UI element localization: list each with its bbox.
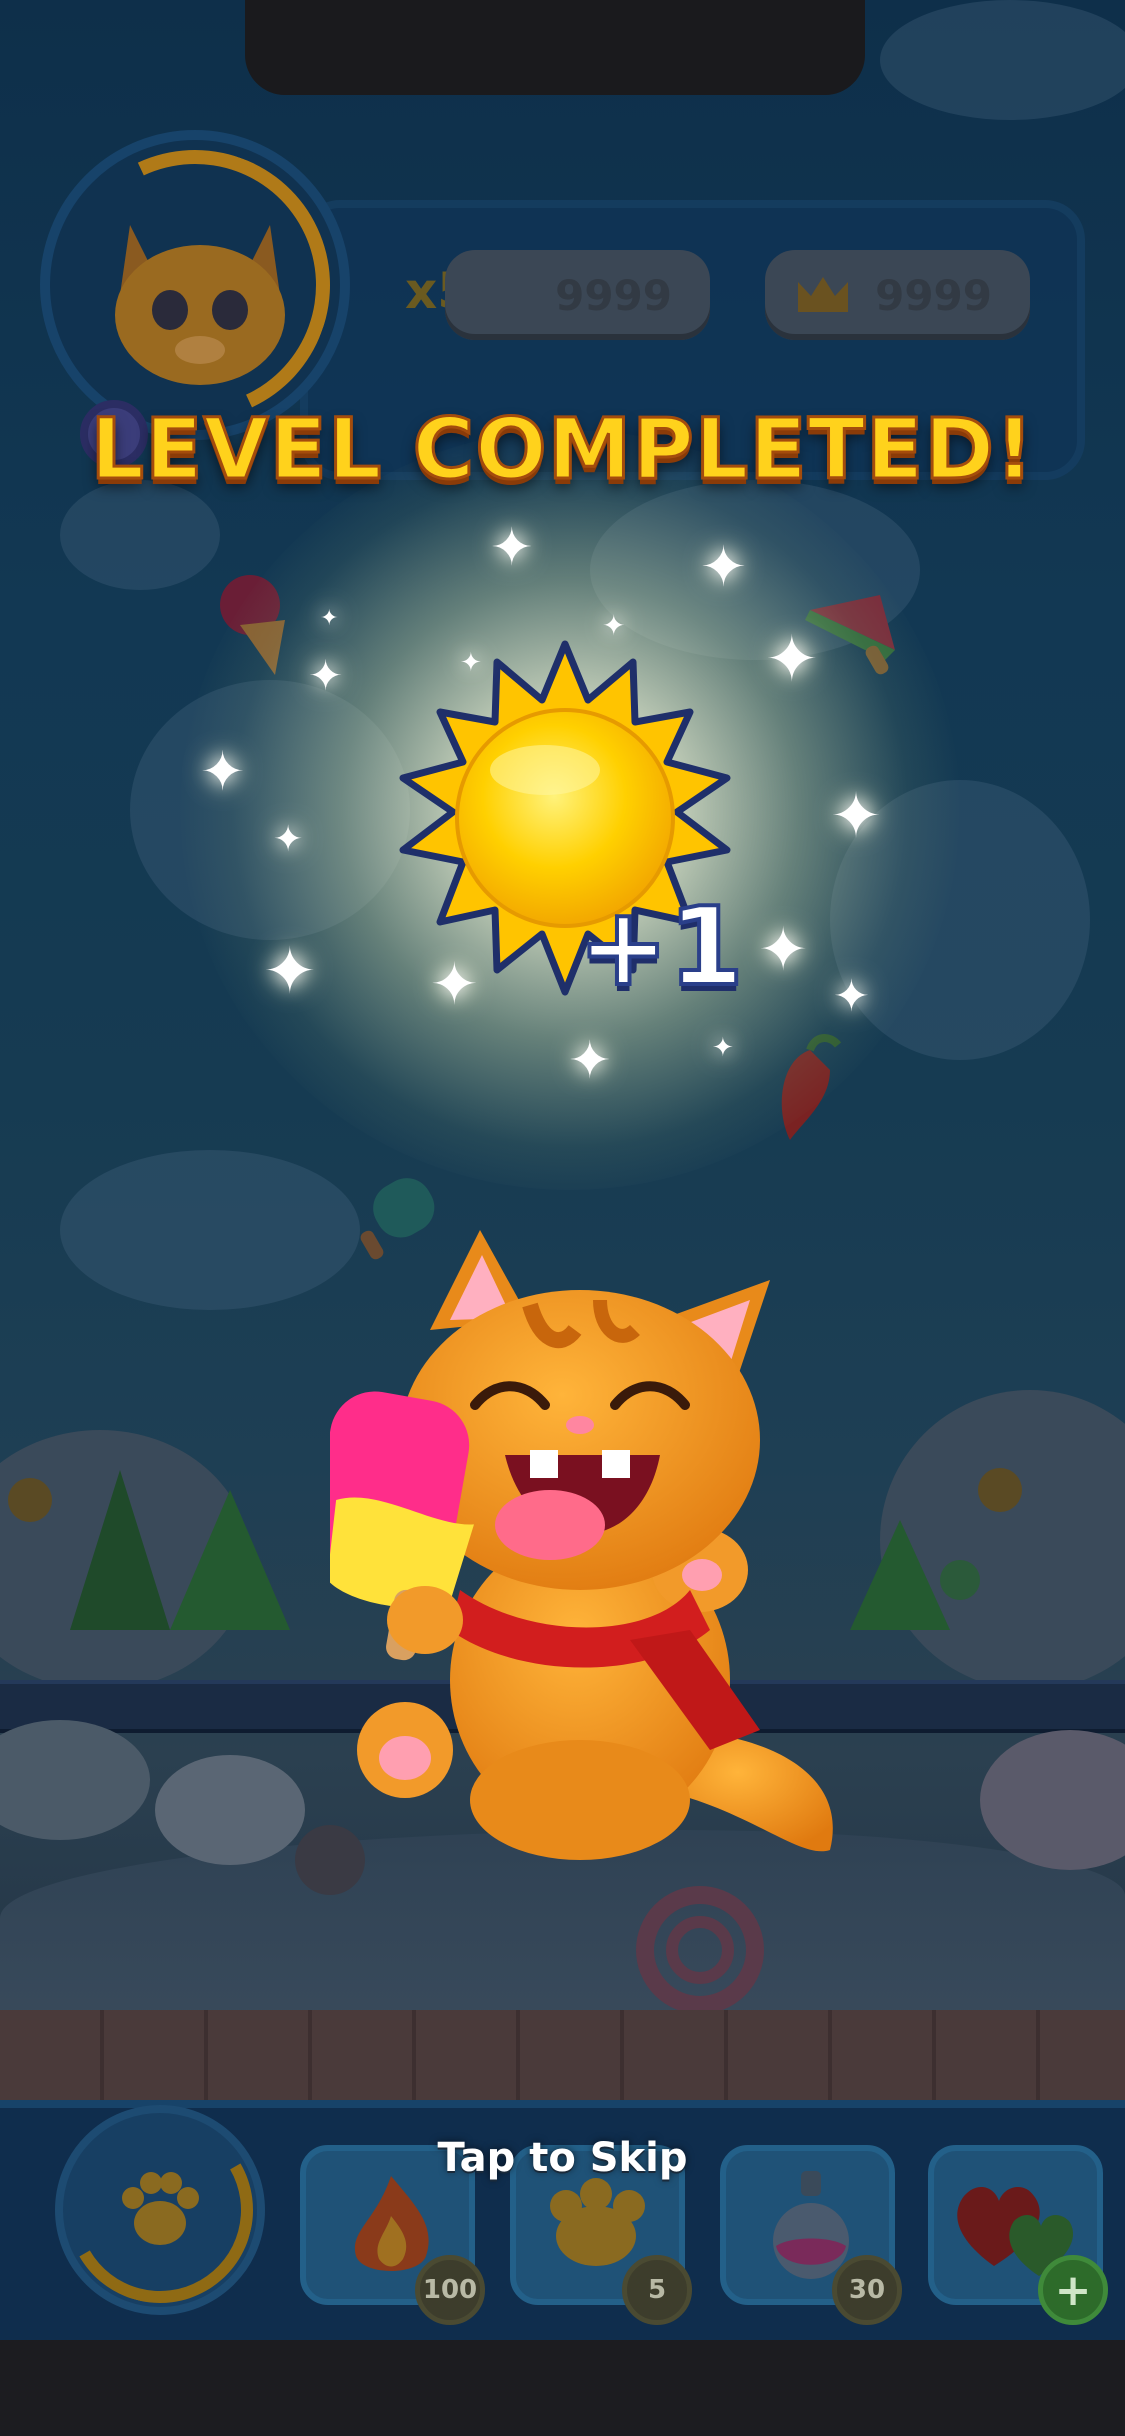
cloud-decoration	[880, 0, 1125, 120]
sparkle-icon: ✦	[712, 1033, 734, 1063]
sparkle-icon: ✦	[765, 623, 819, 697]
cloud-decoration	[60, 1150, 360, 1310]
coin-count: 9999	[555, 270, 672, 320]
sparkle-icon: ✦	[602, 609, 626, 642]
sparkle-icon: ✦	[700, 535, 747, 600]
crown-count: 9999	[875, 270, 992, 320]
crown-icon	[798, 277, 848, 312]
sparkle-icon: ✦	[830, 779, 882, 852]
add-lives-button[interactable]: +	[1038, 2255, 1108, 2325]
booster-potion-count: 30	[832, 2255, 902, 2325]
sparkle-icon: ✦	[568, 1031, 612, 1091]
cat-avatar-icon	[115, 225, 285, 385]
cat-character	[330, 1230, 833, 1860]
booster-paw-cookie-count: 5	[622, 2255, 692, 2325]
sparkle-icon: ✦	[430, 950, 479, 1018]
reward-amount: +1	[576, 883, 746, 1012]
sparkle-icon: ✦	[460, 648, 482, 678]
level-completed-title: LEVEL COMPLETED!	[89, 399, 1035, 500]
coin-counter[interactable]: 9999	[445, 250, 710, 340]
wooden-floor	[0, 2010, 1125, 2105]
sparkle-icon: ✦	[273, 819, 304, 860]
crown-counter[interactable]: 9999	[765, 250, 1030, 340]
sparkle-icon: ✦	[833, 971, 870, 1022]
sparkle-icon: ✦	[490, 518, 534, 578]
sparkle-icon: ✦	[263, 935, 317, 1009]
sparkle-icon: ✦	[758, 915, 809, 985]
sparkle-icon: ✦	[200, 740, 246, 803]
device-notch	[245, 0, 865, 95]
sparkle-icon: ✦	[320, 606, 339, 631]
booster-fire-count: 100	[415, 2255, 485, 2325]
home-indicator-area	[0, 2340, 1125, 2436]
game-screen[interactable]: x5 9999 9999 LEVEL COMPLETED! +1 ✦ ✦ ✦ ✦…	[0, 0, 1125, 2436]
tap-to-skip-label[interactable]: Tap to Skip	[0, 2135, 1125, 2181]
sparkle-icon: ✦	[308, 651, 344, 700]
player-avatar[interactable]	[21, 111, 369, 459]
